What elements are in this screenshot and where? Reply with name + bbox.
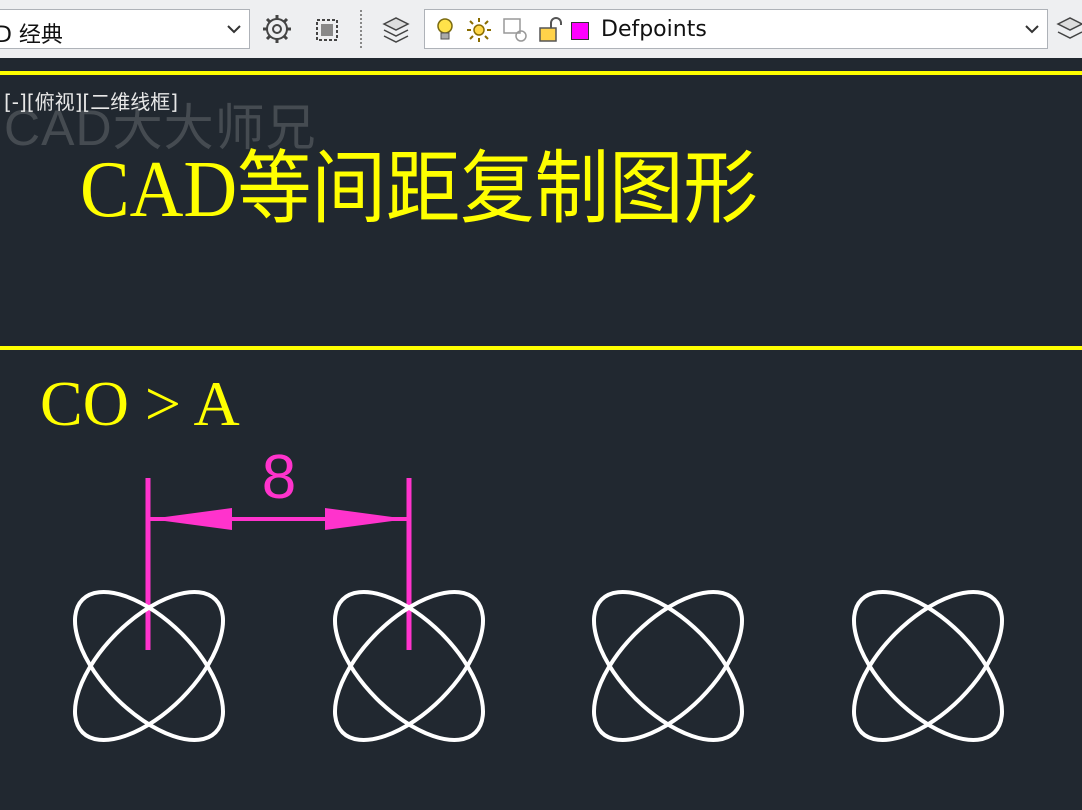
shape-3 xyxy=(592,590,744,742)
dimension-text: 8 xyxy=(262,443,296,512)
arrowhead-right xyxy=(325,508,407,530)
drawing-geometry: 8 xyxy=(73,443,1004,742)
shape-4 xyxy=(852,590,1004,742)
dimension: 8 xyxy=(145,443,412,650)
arrowhead-left xyxy=(150,508,232,530)
